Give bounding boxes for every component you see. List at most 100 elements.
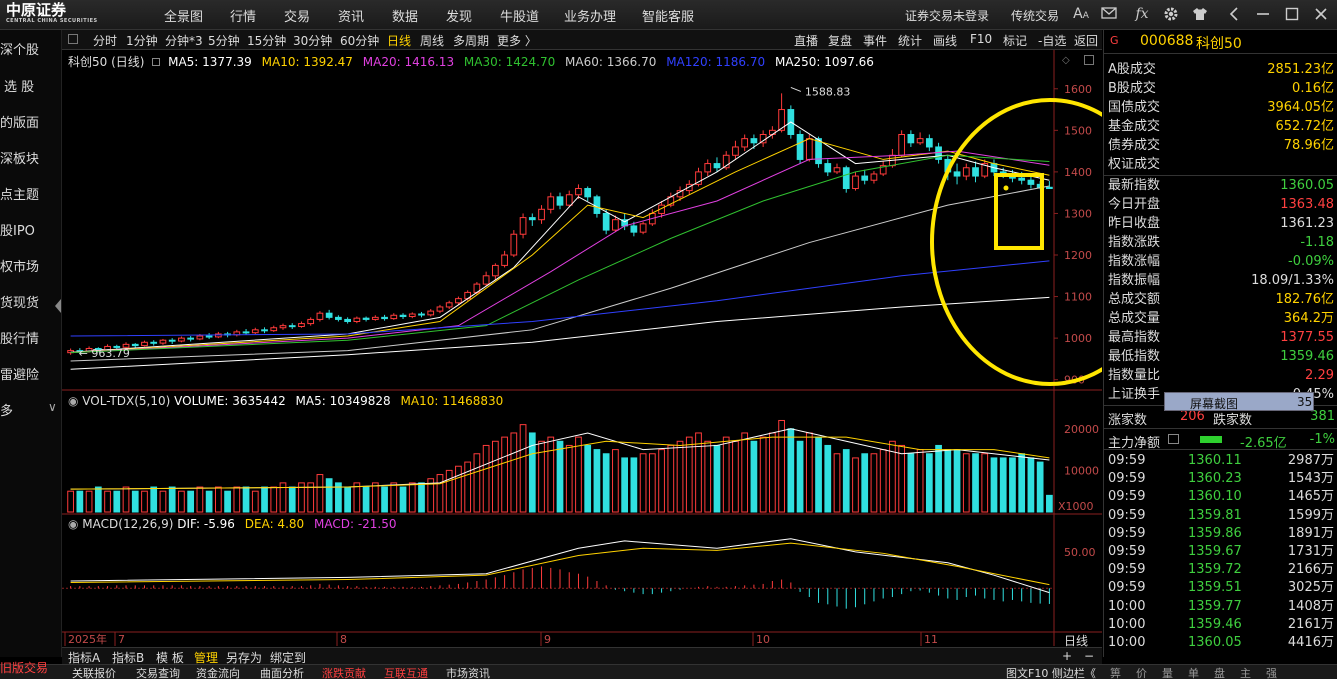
volume-bar xyxy=(1018,453,1026,513)
volume-bar xyxy=(519,424,527,513)
tick-time: 09:59 xyxy=(1108,453,1146,468)
nav-item-options[interactable]: 权市场 xyxy=(0,256,60,275)
status-tab-contribution[interactable]: 涨跌贡献 xyxy=(322,665,366,679)
index-stat-row: 指数涨跌 -1.18 xyxy=(1108,233,1336,252)
menu-panorama[interactable]: 全景图 xyxy=(164,6,203,25)
market-stat-value: 652.72亿 xyxy=(1275,119,1335,134)
status-tab-market-news[interactable]: 市场资讯 xyxy=(446,665,490,679)
menu-trade[interactable]: 交易 xyxy=(284,6,310,25)
chart-area[interactable]: 900 1000 1100 1200 1300 1400 1500 1600 1588.83 ← … xyxy=(62,50,1170,648)
volume-bar xyxy=(205,490,213,513)
tool-live[interactable]: 直播 xyxy=(794,32,818,49)
tab-multi-period[interactable]: 多周期 xyxy=(453,32,489,49)
zoom-out-button[interactable]: − xyxy=(1084,649,1094,663)
volume-bar xyxy=(455,465,462,513)
tab-30min[interactable]: 30分钟 xyxy=(293,32,332,49)
screenshot-tooltip[interactable]: 屏幕截图 35 xyxy=(1164,392,1314,411)
menu-quotes[interactable]: 行情 xyxy=(230,6,256,25)
status-icon[interactable]: 单 xyxy=(1188,665,1214,679)
volume-bar xyxy=(879,449,887,513)
tab-intraday[interactable]: 分时 xyxy=(93,32,117,49)
tab-1min[interactable]: 1分钟 xyxy=(126,32,158,49)
collapse-handle-icon[interactable] xyxy=(53,295,62,317)
trade-mode-button[interactable]: 传统交易 xyxy=(1011,7,1059,24)
status-icon[interactable]: 箅 xyxy=(1110,665,1136,679)
tick-volume: 2161万 xyxy=(1287,616,1334,632)
status-tab-fund-flow[interactable]: 资金流向 xyxy=(196,665,240,679)
tab-daily[interactable]: 日线 xyxy=(387,32,411,49)
nav-item-quotes[interactable]: 股行情 xyxy=(0,328,60,347)
nav-item-sector[interactable]: 深板块 xyxy=(0,148,60,167)
volume-bar xyxy=(270,486,278,513)
gear-icon[interactable] xyxy=(1163,6,1179,22)
tab-more[interactable]: 更多 〉 xyxy=(497,32,537,49)
nav-item-stock[interactable]: 深个股 xyxy=(0,39,60,58)
tool-stats[interactable]: 统计 xyxy=(898,32,922,49)
candle-body xyxy=(741,138,749,148)
maximize-icon[interactable] xyxy=(1284,6,1300,22)
panel-toggle-icon[interactable] xyxy=(1084,55,1094,65)
tick-volume: 1465万 xyxy=(1287,489,1334,505)
candle-body xyxy=(556,196,564,206)
kline-chart-svg[interactable]: 90010001100120013001400150016001588.83← … xyxy=(62,50,1170,646)
sidebar-f10-link[interactable]: 图文F10 侧边栏《 xyxy=(1006,665,1096,679)
tick-price: 1359.81 xyxy=(1188,507,1242,523)
main-flow-icon[interactable] xyxy=(1168,434,1179,444)
menu-discover[interactable]: 发现 xyxy=(446,6,472,25)
candle-body xyxy=(371,316,379,320)
nav-item-theme[interactable]: 点主题 xyxy=(0,184,60,203)
menu-bull-stock[interactable]: 牛股道 xyxy=(500,6,539,25)
login-status[interactable]: 证券交易未登录 xyxy=(905,7,989,24)
nav-more-chevron-icon[interactable]: ∨ xyxy=(48,400,57,414)
tool-f10[interactable]: F10 xyxy=(970,32,992,46)
candle-body xyxy=(612,219,619,231)
tool-watchlist-remove[interactable]: -自选 xyxy=(1038,32,1066,49)
mail-icon[interactable] xyxy=(1101,6,1117,22)
tab-weekly[interactable]: 周线 xyxy=(420,32,444,49)
tool-replay[interactable]: 复盘 xyxy=(828,32,852,49)
tool-mark[interactable]: 标记 xyxy=(1003,32,1027,49)
tab-60min[interactable]: 60分钟 xyxy=(340,32,379,49)
tool-events[interactable]: 事件 xyxy=(863,32,887,49)
status-icon[interactable]: 强 xyxy=(1266,665,1292,679)
high-annotation: 1588.83 xyxy=(805,85,851,98)
menu-news[interactable]: 资讯 xyxy=(338,6,364,25)
tab-5min[interactable]: 5分钟 xyxy=(208,32,240,49)
tool-back[interactable]: 返回 xyxy=(1074,32,1098,49)
legend-toggle-icon[interactable] xyxy=(152,58,161,66)
status-icon[interactable]: 量 xyxy=(1162,665,1188,679)
shirt-icon[interactable] xyxy=(1192,6,1208,22)
nav-item-ipo[interactable]: 股IPO xyxy=(0,220,60,239)
menu-smart-service[interactable]: 智能客服 xyxy=(642,6,694,25)
menu-data[interactable]: 数据 xyxy=(392,6,418,25)
close-icon[interactable] xyxy=(1313,6,1329,22)
font-size-icon[interactable]: AA xyxy=(1073,6,1089,22)
nav-item-futures[interactable]: 货现货 xyxy=(0,292,60,311)
formula-icon[interactable]: fx xyxy=(1134,6,1150,22)
status-icon[interactable]: 主 xyxy=(1240,665,1266,679)
status-tab-connect[interactable]: 互联互通 xyxy=(384,665,428,679)
status-tab-trade-query[interactable]: 交易查询 xyxy=(136,665,180,679)
menu-business[interactable]: 业务办理 xyxy=(564,6,616,25)
back-icon[interactable] xyxy=(1226,6,1242,22)
candle-body xyxy=(418,313,425,316)
tick-price: 1360.10 xyxy=(1188,489,1242,505)
nav-item-pick-stock[interactable]: 选 股 xyxy=(4,76,64,95)
nav-item-layout[interactable]: 的版面 xyxy=(0,112,60,131)
chart-menu-icon[interactable] xyxy=(68,34,78,44)
diamond-icon[interactable]: ◇ xyxy=(1062,55,1070,66)
minimize-icon[interactable] xyxy=(1255,6,1271,22)
nav-item-risk[interactable]: 雷避险 xyxy=(0,364,60,383)
zoom-in-button[interactable]: + xyxy=(1062,649,1072,663)
status-icon[interactable]: 价 xyxy=(1136,665,1162,679)
index-stat-row: 今日开盘 1363.48 xyxy=(1108,195,1336,214)
x-axis-label: 7 xyxy=(118,633,125,646)
status-tab-related-quote[interactable]: 关联报价 xyxy=(72,665,116,679)
legacy-trade-link[interactable]: 旧版交易 xyxy=(0,659,48,676)
status-tab-surface[interactable]: 曲面分析 xyxy=(260,665,304,679)
status-icon[interactable]: 盘 xyxy=(1214,665,1240,679)
market-stat-label: 国债成交 xyxy=(1108,100,1161,115)
tab-15min[interactable]: 15分钟 xyxy=(247,32,286,49)
tab-3min[interactable]: 分钟*3 xyxy=(165,32,203,49)
tool-draw[interactable]: 画线 xyxy=(933,32,957,49)
